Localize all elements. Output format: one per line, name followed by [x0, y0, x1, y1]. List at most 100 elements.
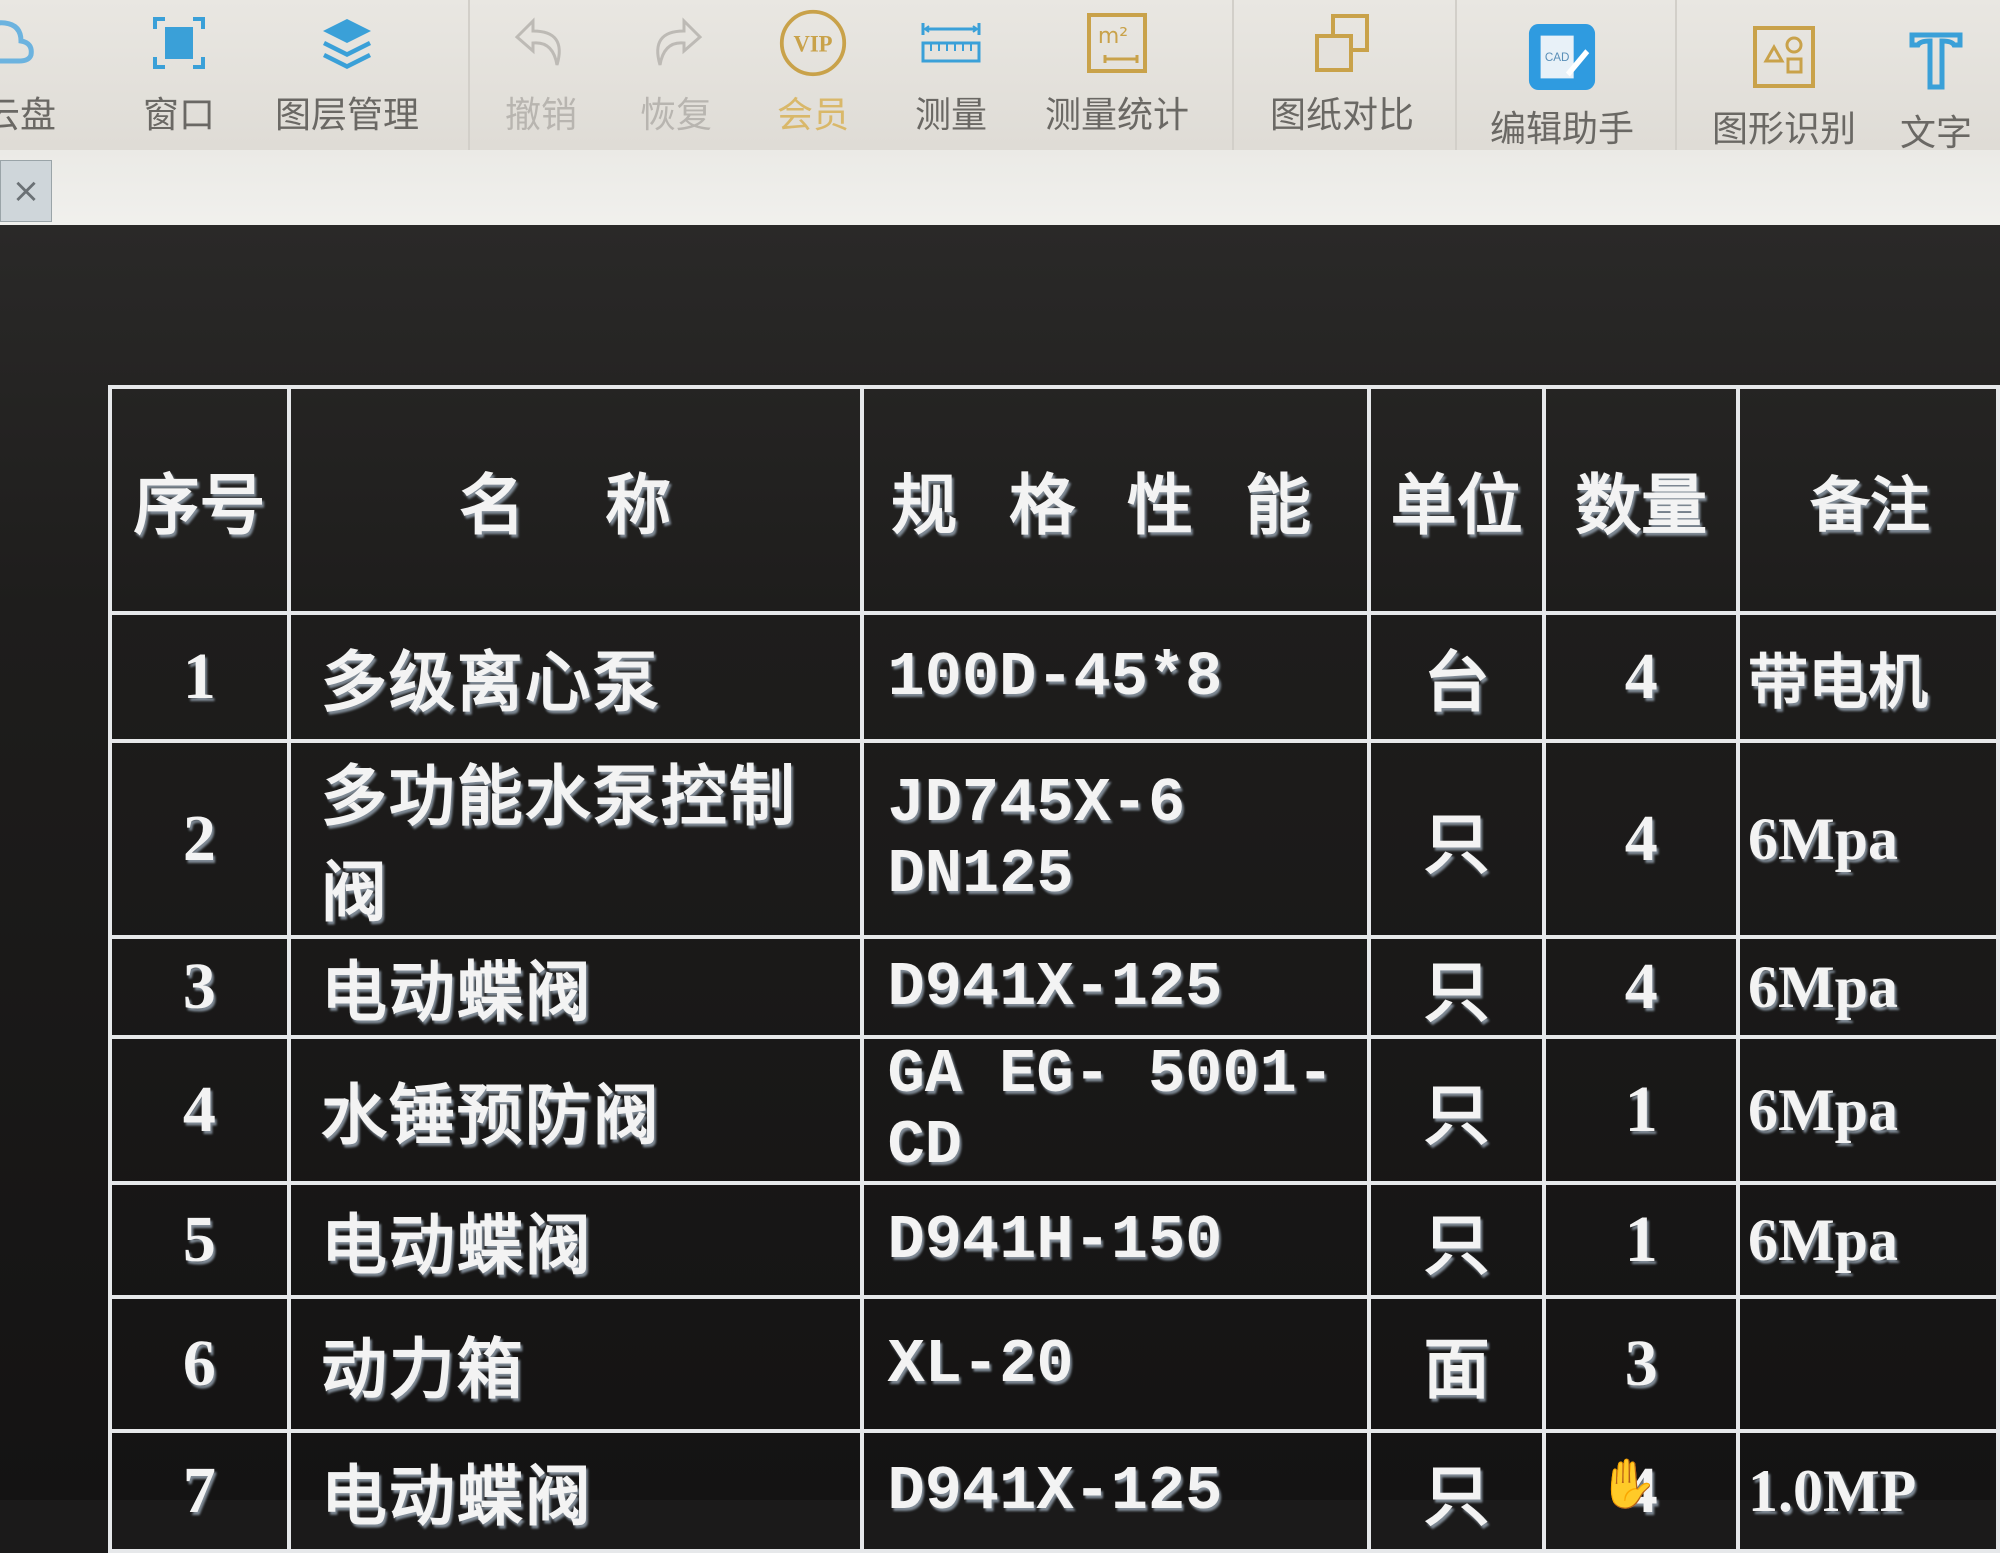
measure-stats-icon: m²	[1082, 8, 1152, 78]
cell-quantity: 4	[1542, 739, 1741, 939]
drawing-compare-icon	[1307, 8, 1377, 78]
toolbar-label: 恢复	[640, 95, 713, 136]
table-row: 2 多功能水泵控制阀 JD745X-6 DN125 只 4 6Mpa	[108, 739, 2000, 939]
toolbar-label: 窗口	[143, 95, 216, 136]
toolbar-label: 撤销	[505, 95, 578, 136]
cell-index: 5	[108, 1181, 291, 1299]
cell-unit: 只	[1366, 935, 1547, 1039]
document-tab-strip: ×	[0, 150, 2000, 235]
toolbar-label: 会员	[777, 95, 850, 136]
undo-icon	[506, 8, 576, 78]
toolbar-button-edit-assistant[interactable]: CAD 编辑助手	[1490, 22, 1634, 162]
toolbar-label: 图纸对比	[1270, 95, 1415, 136]
toolbar-label: 编辑助手	[1490, 109, 1635, 150]
cell-notes: 1.0MP	[1736, 1429, 2000, 1553]
toolbar-button-layer-manager[interactable]: 图层管理	[275, 8, 419, 148]
equipment-table: 序号 名称 规格性能 单位 数量 备注 1 多级离心泵 100D-45*8 台 4 带电机…	[108, 385, 2000, 1553]
cell-index: 7	[108, 1429, 291, 1553]
cell-spec: D941X-125	[859, 1429, 1371, 1553]
cad-icon-text: CAD	[1545, 51, 1570, 64]
cell-spec: D941X-125	[859, 935, 1371, 1039]
cell-unit: 只	[1366, 1035, 1547, 1185]
cell-quantity: 4	[1542, 611, 1741, 743]
table-row: 4 水锤预防阀 GA EG- 5001-CD 只 1 6Mpa	[108, 1035, 2000, 1185]
cell-unit: 面	[1366, 1295, 1547, 1433]
cell-index: 4	[108, 1035, 291, 1185]
cell-name: 电动蝶阀	[286, 935, 864, 1039]
cell-spec: JD745X-6 DN125	[859, 739, 1371, 939]
close-tab-button[interactable]: ×	[0, 160, 52, 222]
cad-edit-assistant-icon: CAD	[1527, 22, 1597, 92]
table-row: 7 电动蝶阀 D941X-125 只 4 1.0MP	[108, 1429, 2000, 1553]
toolbar-button-vip-member[interactable]: VIP 会员	[777, 8, 849, 148]
cell-unit: 只	[1366, 1429, 1547, 1553]
cell-quantity: 1	[1542, 1181, 1741, 1299]
cell-name: 电动蝶阀	[286, 1429, 864, 1553]
toolbar-label: 文字	[1900, 113, 1973, 154]
toolbar-label: 看云盘	[0, 95, 57, 136]
toolbar-divider	[1675, 0, 1677, 150]
cell-name: 多级离心泵	[286, 611, 864, 743]
cell-notes: 6Mpa	[1736, 739, 2000, 939]
cell-name: 水锤预防阀	[286, 1035, 864, 1185]
ribbon-toolbar: 看云盘 窗口 图层管理 撤销 恢复 VIP 会员	[0, 0, 2000, 160]
cell-quantity: 3	[1542, 1295, 1741, 1433]
cell-name: 多功能水泵控制阀	[286, 739, 864, 939]
toolbar-button-shape-recognition[interactable]: 图形识别	[1712, 22, 1856, 162]
toolbar-label: 测量	[915, 95, 988, 136]
cell-index: 6	[108, 1295, 291, 1433]
cell-index: 2	[108, 739, 291, 939]
header-unit: 单位	[1366, 385, 1547, 615]
cell-quantity: 1	[1542, 1035, 1741, 1185]
cell-index: 3	[108, 935, 291, 1039]
cell-spec: 100D-45*8	[859, 611, 1371, 743]
toolbar-button-text[interactable]: 文字	[1900, 26, 1972, 166]
cell-notes: 6Mpa	[1736, 1181, 2000, 1299]
toolbar-label: 图层管理	[275, 95, 420, 136]
hand-cursor-icon: ✋	[1598, 1456, 1658, 1512]
window-icon	[144, 8, 214, 78]
close-icon: ×	[11, 171, 41, 211]
table-row: 5 电动蝶阀 D941H-150 只 1 6Mpa	[108, 1181, 2000, 1299]
toolbar-button-drawing-compare[interactable]: 图纸对比	[1270, 8, 1414, 148]
header-index: 序号	[108, 385, 291, 615]
cloud-disk-icon	[0, 8, 37, 78]
table-row: 6 动力箱 XL-20 面 3	[108, 1295, 2000, 1433]
svg-text:m²: m²	[1098, 24, 1128, 49]
cell-unit: 只	[1366, 1181, 1547, 1299]
toolbar-divider	[1455, 0, 1457, 150]
cell-spec: GA EG- 5001-CD	[859, 1035, 1371, 1185]
cell-unit: 只	[1366, 739, 1547, 939]
toolbar-button-measure[interactable]: 测量	[915, 8, 987, 148]
measure-icon	[916, 8, 986, 78]
toolbar-button-window[interactable]: 窗口	[143, 8, 215, 148]
cell-notes	[1736, 1295, 2000, 1433]
header-spec: 规格性能	[859, 385, 1371, 615]
cell-name: 动力箱	[286, 1295, 864, 1433]
toolbar-label: 测量统计	[1045, 95, 1190, 136]
header-quantity: 数量	[1542, 385, 1741, 615]
cell-notes: 带电机	[1736, 611, 2000, 743]
toolbar-label: 图形识别	[1712, 109, 1857, 150]
toolbar-button-cloud-disk[interactable]: 看云盘	[0, 8, 56, 148]
cell-spec: D941H-150	[859, 1181, 1371, 1299]
toolbar-button-measure-stats[interactable]: m² 测量统计	[1045, 8, 1189, 148]
shape-recognition-icon	[1749, 22, 1819, 92]
toolbar-divider	[468, 0, 470, 150]
toolbar-button-redo[interactable]: 恢复	[640, 8, 712, 148]
toolbar-button-undo[interactable]: 撤销	[505, 8, 577, 148]
cell-notes: 6Mpa	[1736, 935, 2000, 1039]
cell-spec: XL-20	[859, 1295, 1371, 1433]
header-notes: 备注	[1736, 385, 2000, 615]
cell-index: 1	[108, 611, 291, 743]
vip-icon: VIP	[778, 8, 848, 78]
table-row: 1 多级离心泵 100D-45*8 台 4 带电机	[108, 611, 2000, 743]
layers-icon	[312, 8, 382, 78]
table-header-row: 序号 名称 规格性能 单位 数量 备注	[108, 385, 2000, 615]
vip-icon-text: VIP	[793, 32, 832, 57]
header-name: 名称	[286, 385, 864, 615]
redo-icon	[641, 8, 711, 78]
cell-unit: 台	[1366, 611, 1547, 743]
cell-notes: 6Mpa	[1736, 1035, 2000, 1185]
text-icon	[1901, 26, 1971, 96]
